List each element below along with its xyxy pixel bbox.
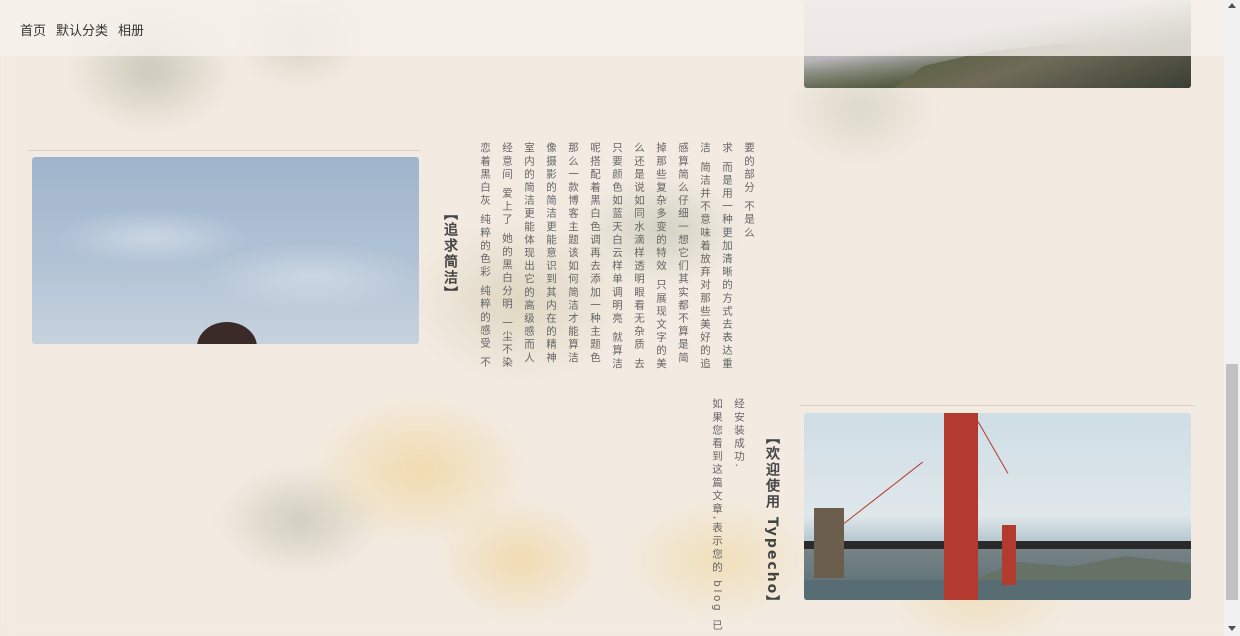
scroll-down-arrow-icon[interactable] xyxy=(1228,626,1236,631)
excerpt-column: 洁 简洁并不意味着放弃对那些美好的追 xyxy=(699,142,711,371)
post-divider xyxy=(800,405,1195,406)
top-nav-bar: 首页 默认分类 相册 xyxy=(0,0,1224,56)
bridge-cable xyxy=(977,421,1009,474)
bridge-arch-shadow xyxy=(804,543,1191,600)
excerpt-column: 像摄影的简洁更能意识到其内在的精神 xyxy=(545,142,557,365)
nav-item-home[interactable]: 首页 xyxy=(20,20,46,39)
bridge-cable xyxy=(843,461,924,524)
bridge-fort xyxy=(814,508,844,578)
girl-head xyxy=(197,322,257,344)
scroll-up-arrow-icon[interactable] xyxy=(1228,3,1236,8)
excerpt-column: 感算简么仔细一想它们其实都不算是简 xyxy=(677,142,689,365)
bridge-tower-main xyxy=(944,413,978,600)
excerpt-column: 掉那些复杂多变的特效 只展现文字的美 xyxy=(655,142,667,371)
excerpt-column: 那么一款博客主题该如何简洁才能算洁 xyxy=(567,142,579,365)
page: 首页 默认分类 相册 【追求简洁】 要的部分 不是么 求 而是用一种更加清晰的方… xyxy=(0,0,1240,636)
excerpt-column: 经安装成功. xyxy=(733,398,745,470)
excerpt-column: 要的部分 不是么 xyxy=(743,142,755,240)
excerpt-column: 如果您看到这篇文章,表示您的 blog 已 xyxy=(711,398,723,633)
post-thumbnail-bridge[interactable] xyxy=(804,413,1191,600)
main-nav: 首页 默认分类 相册 xyxy=(20,20,144,39)
excerpt-column: 求 而是用一种更加清晰的方式去表达重 xyxy=(721,142,733,371)
bridge-deck xyxy=(804,541,1191,549)
post-divider xyxy=(28,150,420,151)
nav-item-album[interactable]: 相册 xyxy=(118,20,144,39)
post-thumbnail-sky[interactable] xyxy=(32,157,419,344)
post-excerpt-simplicity: 要的部分 不是么 求 而是用一种更加清晰的方式去表达重 洁 简洁并不意味着放弃对… xyxy=(474,142,760,372)
post-title-simplicity[interactable]: 【追求简洁】 xyxy=(440,206,460,302)
excerpt-column: 只要颜色如蓝天白云样单调明亮 就算洁 xyxy=(611,142,623,371)
excerpt-column: 室内的简洁更能体现出它的高级感而人 xyxy=(523,142,535,365)
scrollbar-thumb[interactable] xyxy=(1226,364,1238,600)
excerpt-column: 么还是说如同水滴样透明眼看无杂质 去 xyxy=(633,142,645,371)
bridge-tower-far xyxy=(1002,525,1016,585)
nav-item-default-category[interactable]: 默认分类 xyxy=(56,20,108,39)
post-title-welcome[interactable]: 【欢迎使用 Typecho】 xyxy=(762,430,782,611)
excerpt-column: 经意间 爱上了 她的黑白分明 一尘不染 xyxy=(501,142,513,370)
excerpt-column: 呢搭配着黑白色调再去添加一种主题色 xyxy=(589,142,601,365)
excerpt-column: 恋着黑白灰 纯粹的色彩 纯粹的感受 不 xyxy=(479,142,491,370)
post-excerpt-welcome: 经安装成功. 如果您看到这篇文章,表示您的 blog 已 xyxy=(706,398,750,633)
page-scrollbar[interactable] xyxy=(1224,0,1240,636)
